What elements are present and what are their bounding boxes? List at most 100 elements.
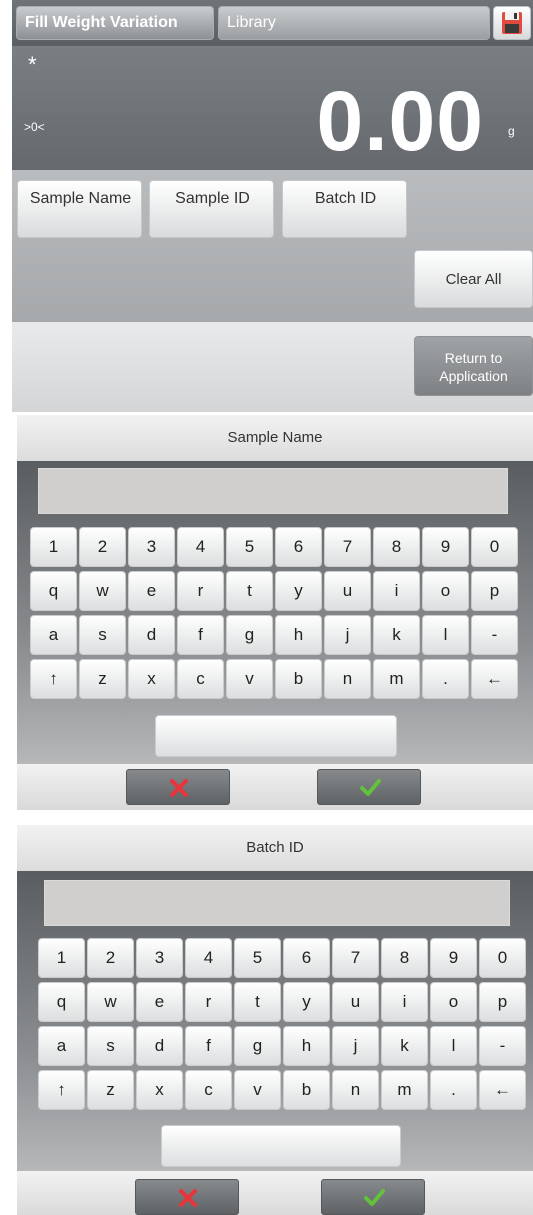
application-title-tab[interactable]: Fill Weight Variation [16,6,214,40]
key-q[interactable]: q [38,982,85,1022]
key-1[interactable]: 1 [38,938,85,978]
text-input[interactable] [44,880,510,926]
key-c[interactable]: c [177,659,224,699]
key-1[interactable]: 1 [30,527,77,567]
green-check-icon [360,779,381,796]
key-7[interactable]: 7 [324,527,371,567]
key-a[interactable]: a [30,615,77,655]
key-5[interactable]: 5 [234,938,281,978]
key-r[interactable]: r [177,571,224,611]
dash-key[interactable]: - [471,615,518,655]
return-to-application-button[interactable]: Return to Application [414,336,533,396]
key-8[interactable]: 8 [381,938,428,978]
confirm-button[interactable] [321,1179,425,1215]
key-w[interactable]: w [87,982,134,1022]
key-4[interactable]: 4 [177,527,224,567]
sample-id-button[interactable]: Sample ID [149,180,274,238]
key-n[interactable]: n [324,659,371,699]
key-m[interactable]: m [373,659,420,699]
key-7[interactable]: 7 [332,938,379,978]
floppy-disk-icon [502,12,522,34]
cancel-button[interactable] [126,769,230,805]
key-y[interactable]: y [275,571,322,611]
key-8[interactable]: 8 [373,527,420,567]
key-n[interactable]: n [332,1070,379,1110]
key-0[interactable]: 0 [479,938,526,978]
key-k[interactable]: k [381,1026,428,1066]
space-key[interactable] [155,715,397,757]
key-9[interactable]: 9 [422,527,469,567]
key-q[interactable]: q [30,571,77,611]
key-f[interactable]: f [185,1026,232,1066]
library-tab[interactable]: Library [218,6,490,40]
key-t[interactable]: t [234,982,281,1022]
key-x[interactable]: x [136,1070,183,1110]
key-w[interactable]: w [79,571,126,611]
key-z[interactable]: z [79,659,126,699]
shift-key[interactable]: ↑ [30,659,77,699]
key-3[interactable]: 3 [136,938,183,978]
key-4[interactable]: 4 [185,938,232,978]
key-6[interactable]: 6 [283,938,330,978]
key-u[interactable]: u [332,982,379,1022]
key-d[interactable]: d [128,615,175,655]
sample-name-button[interactable]: Sample Name [17,180,142,238]
key-g[interactable]: g [234,1026,281,1066]
key-2[interactable]: 2 [79,527,126,567]
key-f[interactable]: f [177,615,224,655]
key-h[interactable]: h [275,615,322,655]
key-6[interactable]: 6 [275,527,322,567]
key-p[interactable]: p [479,982,526,1022]
batch-id-button[interactable]: Batch ID [282,180,407,238]
key-h[interactable]: h [283,1026,330,1066]
period-key[interactable]: . [430,1070,477,1110]
key-x[interactable]: x [128,659,175,699]
key-p[interactable]: p [471,571,518,611]
key-g[interactable]: g [226,615,273,655]
key-o[interactable]: o [422,571,469,611]
shift-key[interactable]: ↑ [38,1070,85,1110]
key-3[interactable]: 3 [128,527,175,567]
key-l[interactable]: l [422,615,469,655]
dash-key[interactable]: - [479,1026,526,1066]
key-5[interactable]: 5 [226,527,273,567]
key-s[interactable]: s [79,615,126,655]
key-d[interactable]: d [136,1026,183,1066]
key-i[interactable]: i [381,982,428,1022]
key-9[interactable]: 9 [430,938,477,978]
key-e[interactable]: e [136,982,183,1022]
keyboard-actions [17,1171,533,1215]
backspace-key[interactable]: ← [471,659,518,699]
key-s[interactable]: s [87,1026,134,1066]
key-0[interactable]: 0 [471,527,518,567]
key-o[interactable]: o [430,982,477,1022]
save-button[interactable] [493,6,531,40]
text-input[interactable] [38,468,508,514]
key-y[interactable]: y [283,982,330,1022]
key-e[interactable]: e [128,571,175,611]
key-j[interactable]: j [324,615,371,655]
key-j[interactable]: j [332,1026,379,1066]
key-l[interactable]: l [430,1026,477,1066]
key-b[interactable]: b [283,1070,330,1110]
key-a[interactable]: a [38,1026,85,1066]
period-key[interactable]: . [422,659,469,699]
space-key[interactable] [161,1125,401,1167]
weight-unit[interactable]: g [508,124,515,138]
key-i[interactable]: i [373,571,420,611]
key-u[interactable]: u [324,571,371,611]
key-z[interactable]: z [87,1070,134,1110]
backspace-key[interactable]: ← [479,1070,526,1110]
cancel-button[interactable] [135,1179,239,1215]
key-2[interactable]: 2 [87,938,134,978]
key-k[interactable]: k [373,615,420,655]
key-r[interactable]: r [185,982,232,1022]
key-v[interactable]: v [226,659,273,699]
confirm-button[interactable] [317,769,421,805]
clear-all-button[interactable]: Clear All [414,250,533,308]
key-t[interactable]: t [226,571,273,611]
key-m[interactable]: m [381,1070,428,1110]
key-c[interactable]: c [185,1070,232,1110]
key-b[interactable]: b [275,659,322,699]
key-v[interactable]: v [234,1070,281,1110]
